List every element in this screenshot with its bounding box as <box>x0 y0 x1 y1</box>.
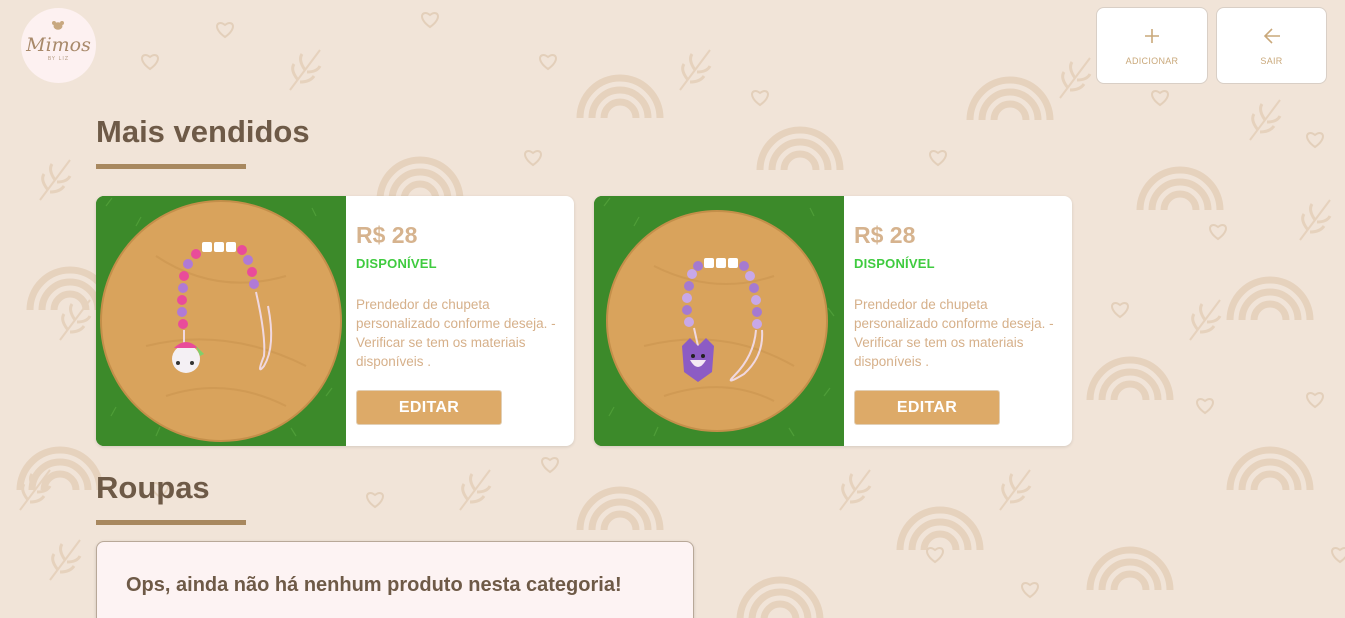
product-description: Prendedor de chupeta personalizado confo… <box>854 297 1054 369</box>
section-title-best-sellers: Mais vendidos <box>96 114 310 149</box>
product-card: R$ 28 DISPONÍVEL Prendedor de chupeta pe… <box>594 196 1072 446</box>
product-image[interactable] <box>96 196 346 446</box>
product-image[interactable] <box>594 196 844 446</box>
product-price: R$ 28 <box>356 222 418 248</box>
exit-button-label: SAIR <box>1260 56 1283 66</box>
edit-button[interactable]: EDITAR <box>854 390 1000 425</box>
add-button[interactable]: ADICIONAR <box>1096 7 1208 84</box>
product-card: R$ 28 DISPONÍVEL Prendedor de chupeta pe… <box>96 196 574 446</box>
section-underline <box>96 520 246 525</box>
brand-logo[interactable]: Mimos BY LIZ <box>21 8 96 83</box>
empty-category-notice: Ops, ainda não há nenhum produto nesta c… <box>96 541 694 618</box>
product-status: DISPONÍVEL <box>356 256 437 271</box>
edit-button[interactable]: EDITAR <box>356 390 502 425</box>
section-underline <box>96 164 246 169</box>
product-description: Prendedor de chupeta personalizado confo… <box>356 297 556 369</box>
product-info: R$ 28 DISPONÍVEL Prendedor de chupeta pe… <box>356 196 568 446</box>
product-status: DISPONÍVEL <box>854 256 935 271</box>
logo-subtitle: BY LIZ <box>47 55 70 62</box>
plus-icon <box>1143 25 1161 47</box>
app-root: Mimos BY LIZ ADICIONAR SAIR Mais vendido… <box>0 0 1345 618</box>
logo-text: Mimos <box>26 33 91 56</box>
add-button-label: ADICIONAR <box>1125 56 1179 66</box>
empty-category-message: Ops, ainda não há nenhum produto nesta c… <box>126 574 622 596</box>
section-title-clothes: Roupas <box>96 470 210 505</box>
exit-button[interactable]: SAIR <box>1216 7 1327 84</box>
bear-icon <box>52 21 64 30</box>
product-price: R$ 28 <box>854 222 916 248</box>
arrow-left-icon <box>1262 25 1282 47</box>
product-info: R$ 28 DISPONÍVEL Prendedor de chupeta pe… <box>854 196 1066 446</box>
